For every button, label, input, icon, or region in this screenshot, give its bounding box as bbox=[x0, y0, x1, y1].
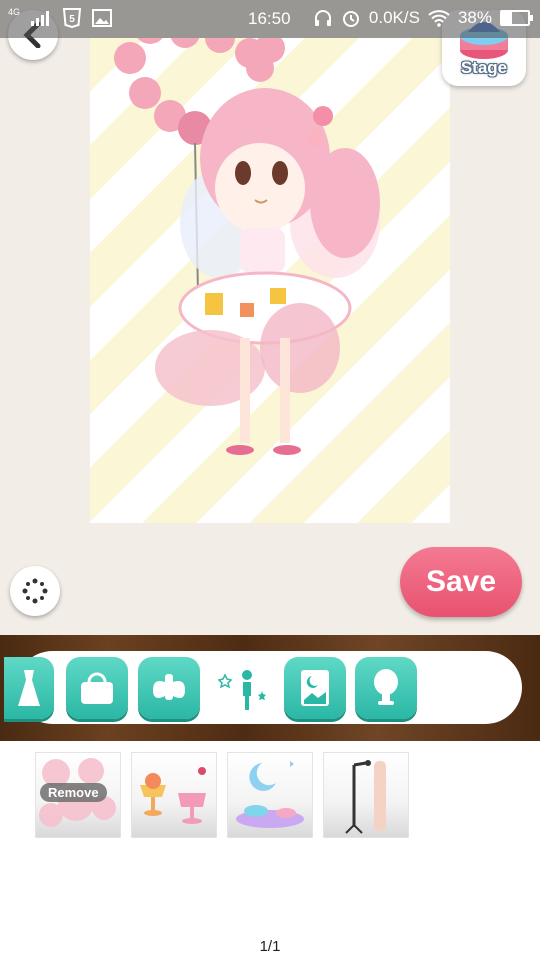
outfit-preview bbox=[90, 38, 450, 523]
save-button[interactable]: Save bbox=[400, 547, 522, 617]
item-remove[interactable]: Remove bbox=[35, 752, 121, 838]
microphone-stand-thumbnail bbox=[345, 760, 386, 834]
svg-text:5: 5 bbox=[69, 14, 75, 25]
pose-figure-icon bbox=[217, 670, 266, 710]
network-speed: 0.0K/S bbox=[368, 8, 420, 27]
item-microphone-stand[interactable] bbox=[323, 752, 409, 838]
battery-percent: 38% bbox=[457, 8, 492, 27]
network-type-label: 4G bbox=[8, 7, 21, 17]
category-pose[interactable] bbox=[212, 660, 274, 720]
image-icon bbox=[92, 9, 113, 27]
remove-label: Remove bbox=[40, 783, 107, 802]
dress-icon bbox=[18, 670, 40, 706]
page-indicator: 1/1 bbox=[259, 938, 281, 955]
item-dessert-set[interactable] bbox=[131, 752, 217, 838]
dessert-thumbnail bbox=[140, 767, 206, 824]
effects-button[interactable] bbox=[10, 566, 60, 616]
moon-thumbnail bbox=[236, 761, 304, 828]
clock: 16:50 bbox=[248, 9, 291, 28]
signal-icon bbox=[31, 11, 50, 26]
wifi-icon bbox=[428, 10, 450, 27]
sparkle-icon bbox=[22, 578, 48, 604]
battery-icon bbox=[500, 10, 533, 26]
stage-label: Stage bbox=[460, 58, 508, 77]
status-bar: 4G 5 16:50 0.0K/S 38% bbox=[0, 0, 540, 38]
category-dress[interactable] bbox=[4, 657, 54, 719]
battery-level bbox=[502, 12, 512, 24]
category-wig-stand[interactable] bbox=[355, 657, 417, 719]
bag-icon bbox=[81, 672, 113, 704]
item-moon-ornament-set[interactable] bbox=[227, 752, 313, 838]
wings-icon bbox=[153, 674, 185, 700]
headphones-icon bbox=[314, 10, 331, 26]
alarm-icon bbox=[342, 11, 359, 27]
category-fairy-wings[interactable] bbox=[138, 657, 200, 719]
html5-icon: 5 bbox=[62, 8, 82, 28]
category-bag[interactable] bbox=[66, 657, 128, 719]
character-illustration bbox=[114, 38, 380, 455]
head-mannequin-icon bbox=[374, 669, 398, 705]
category-background[interactable] bbox=[284, 657, 346, 719]
background-picture-icon bbox=[301, 670, 329, 706]
